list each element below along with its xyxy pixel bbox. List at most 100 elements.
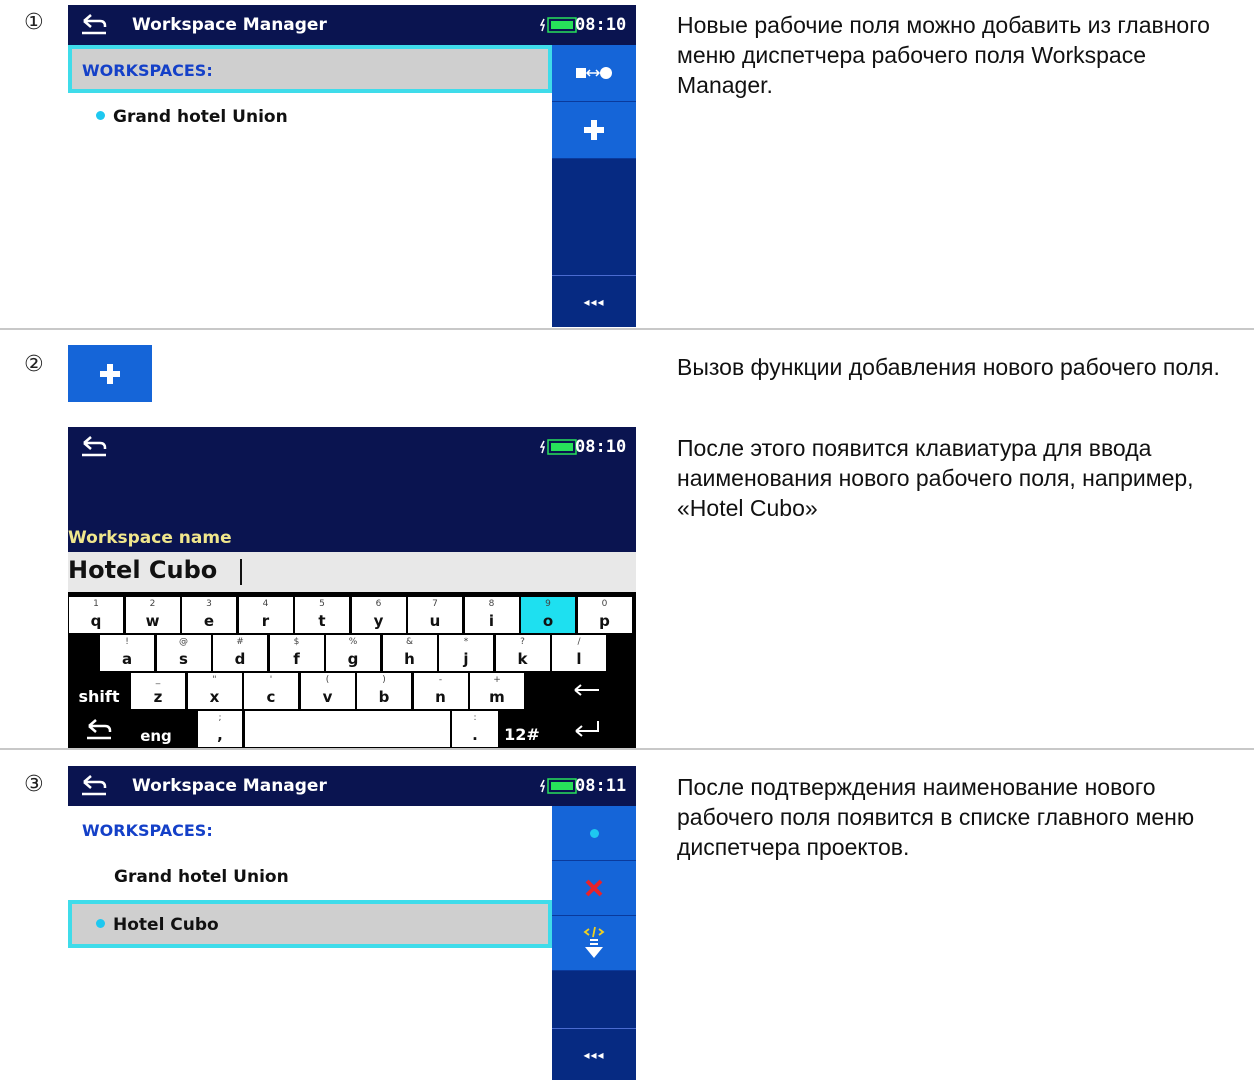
key-l[interactable]: / l — [552, 635, 606, 671]
backspace-key[interactable] — [547, 673, 627, 709]
add-workspace-button[interactable] — [552, 102, 636, 159]
key-secondary-label: % — [348, 637, 358, 647]
enter-key[interactable] — [547, 711, 627, 747]
key-secondary-label: $ — [293, 637, 300, 647]
key-secondary-label: 4 — [262, 599, 269, 609]
key-label: i — [488, 612, 495, 630]
key-label: q — [90, 612, 102, 630]
back-arrow-icon[interactable] — [80, 772, 108, 798]
key-secondary-label: - — [438, 675, 443, 685]
key-label: j — [463, 650, 469, 668]
activate-button[interactable] — [552, 806, 636, 861]
key-secondary-label: 1 — [93, 599, 99, 609]
numbers-key[interactable]: 12# — [500, 711, 544, 747]
key-b[interactable]: ) b — [357, 673, 411, 709]
workspace-item[interactable]: Grand hotel Union — [114, 867, 289, 887]
key-a[interactable]: ! a — [100, 635, 154, 671]
active-dot-icon — [96, 110, 105, 120]
key-m[interactable]: + m — [470, 673, 524, 709]
clock: 08:10 — [575, 437, 627, 457]
battery-icon — [540, 17, 577, 33]
battery-icon — [540, 439, 577, 455]
period-key[interactable]: :. — [452, 711, 498, 747]
key-f[interactable]: $ f — [269, 635, 324, 671]
plus-icon — [100, 363, 120, 384]
key-secondary-label: " — [212, 675, 217, 685]
key-secondary-label: ? — [520, 637, 525, 647]
workspace-item-active[interactable]: Hotel Cubo — [96, 915, 219, 935]
key-c[interactable]: ' c — [244, 673, 298, 709]
key-n[interactable]: -n — [413, 673, 468, 709]
key-e[interactable]: 3e — [182, 597, 236, 633]
key-label: k — [517, 650, 528, 668]
key-u[interactable]: 7u — [408, 597, 462, 633]
key-z[interactable]: _ z — [131, 673, 185, 709]
active-dot-icon — [96, 918, 105, 928]
key-j[interactable]: * j — [439, 635, 493, 671]
key-label: y — [373, 612, 384, 630]
key-label: r — [261, 612, 270, 630]
back-key[interactable] — [69, 711, 129, 747]
keyboard-screen: 08:10 Workspace name Hotel Cubo 1q2w3e4r… — [68, 427, 636, 748]
text-cursor — [240, 559, 242, 585]
add-button-preview[interactable] — [68, 345, 152, 402]
clock: 08:11 — [575, 776, 627, 796]
key-secondary-label: 2 — [149, 599, 156, 609]
workspace-item-label: Grand hotel Union — [114, 867, 289, 887]
workspace-manager-screen-1: Workspace Manager 08:10 WORKSPACES: Gran… — [68, 5, 636, 327]
workspace-name-input[interactable]: Hotel Cubo — [68, 552, 636, 592]
top-bar: Workspace Manager 08:10 — [68, 5, 636, 45]
switch-button[interactable] — [552, 45, 636, 102]
more-options-button[interactable]: ◂◂◂ — [552, 275, 636, 327]
key-r[interactable]: 4r — [238, 597, 293, 633]
key-d[interactable]: # d — [213, 635, 267, 671]
key-label: w — [145, 612, 160, 630]
key-label: n — [435, 688, 446, 706]
workspaces-header: WORKSPACES: — [82, 61, 213, 80]
key-secondary-label: @ — [179, 637, 188, 647]
top-bar: 08:10 Workspace name — [68, 427, 636, 552]
key-secondary-label: 9 — [545, 599, 551, 609]
comma-key[interactable]: ;, — [198, 711, 242, 747]
key-label: g — [347, 650, 359, 668]
export-button[interactable] — [552, 916, 636, 971]
key-g[interactable]: % g — [326, 635, 380, 671]
step-number-1: ① — [24, 10, 44, 35]
key-h[interactable]: & h — [382, 635, 437, 671]
more-options-button[interactable]: ◂◂◂ — [552, 1028, 636, 1080]
back-arrow-icon[interactable] — [80, 433, 108, 459]
key-w[interactable]: 2w — [125, 597, 180, 633]
top-bar: Workspace Manager 08:11 — [68, 766, 636, 806]
key-k[interactable]: ? k — [495, 635, 550, 671]
space-key[interactable] — [245, 711, 450, 747]
delete-button[interactable] — [552, 861, 636, 916]
switch-icon — [576, 67, 612, 79]
step-3-description: После подтверждения наименование нового … — [677, 774, 1195, 860]
key-secondary-label: ) — [382, 675, 386, 685]
key-t[interactable]: 5t — [295, 597, 349, 633]
export-icon — [583, 926, 605, 958]
workspace-manager-screen-3: Workspace Manager 08:11 WORKSPACES: Gran… — [68, 766, 636, 1080]
key-v[interactable]: (v — [300, 673, 355, 709]
key-label: v — [322, 688, 333, 706]
key-secondary-label: ' — [269, 675, 273, 685]
field-label: Workspace name — [68, 528, 232, 548]
key-secondary-label: 5 — [319, 599, 325, 609]
workspace-item[interactable]: Grand hotel Union — [96, 107, 288, 127]
key-q[interactable]: 1q — [69, 597, 123, 633]
back-arrow-icon[interactable] — [80, 11, 108, 37]
key-x[interactable]: " x — [187, 673, 242, 709]
key-o[interactable]: 9o — [521, 597, 575, 633]
plus-icon — [584, 120, 604, 140]
key-p[interactable]: 0p — [577, 597, 632, 633]
key-secondary-label: 8 — [488, 599, 495, 609]
window-title: Workspace Manager — [132, 776, 327, 796]
shift-key[interactable]: shift — [69, 673, 129, 709]
key-i[interactable]: 8i — [464, 597, 519, 633]
key-label: z — [153, 688, 163, 706]
key-label: o — [542, 612, 554, 630]
language-key[interactable]: eng — [133, 719, 179, 748]
key-y[interactable]: 6y — [351, 597, 406, 633]
key-label: x — [209, 688, 220, 706]
key-s[interactable]: @ s — [156, 635, 211, 671]
